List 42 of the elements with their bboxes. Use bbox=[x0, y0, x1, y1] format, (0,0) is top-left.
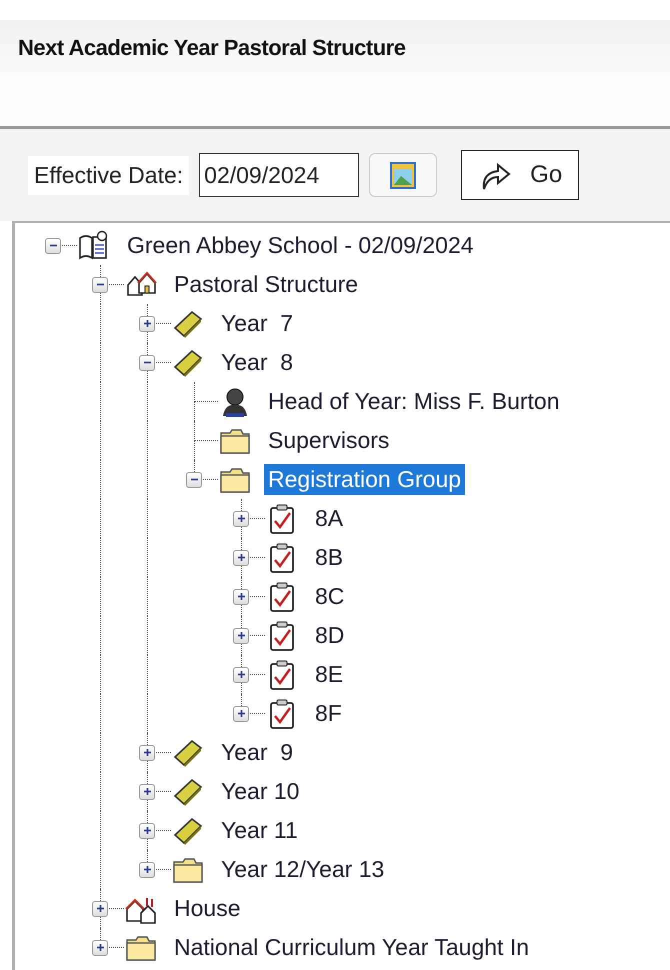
expander-toggle[interactable] bbox=[139, 355, 155, 371]
tree-item[interactable]: 8E bbox=[311, 659, 348, 690]
tree-item[interactable]: 8B bbox=[311, 542, 348, 573]
tree-item[interactable]: House bbox=[170, 893, 244, 924]
date-field[interactable]: 02/09/2024 bbox=[199, 153, 360, 197]
expander-toggle[interactable] bbox=[233, 511, 249, 527]
tree-item[interactable]: 8C bbox=[311, 581, 348, 612]
tree-item[interactable]: Year 9 bbox=[217, 737, 298, 768]
field-label: Effective Date: bbox=[28, 156, 190, 194]
expander-toggle[interactable] bbox=[233, 589, 249, 605]
tree-item[interactable]: 8D bbox=[311, 620, 348, 651]
expander-toggle[interactable] bbox=[139, 745, 155, 761]
expander-toggle[interactable] bbox=[92, 277, 108, 293]
expander-toggle[interactable] bbox=[139, 823, 155, 839]
expander-toggle[interactable] bbox=[92, 940, 108, 956]
expander-toggle[interactable] bbox=[139, 862, 155, 878]
expander-toggle[interactable] bbox=[92, 901, 108, 917]
tree-item[interactable]: Year 7 bbox=[217, 308, 298, 339]
calendar-button[interactable] bbox=[369, 153, 438, 197]
tree-item[interactable]: Green Abbey School - 02/09/2024 bbox=[123, 230, 478, 261]
tree-item[interactable]: Pastoral Structure bbox=[170, 269, 362, 300]
tree-item[interactable]: 8A bbox=[311, 503, 348, 534]
go-button[interactable]: Go bbox=[461, 150, 580, 200]
expander-toggle[interactable] bbox=[45, 238, 61, 254]
tree-item[interactable]: Year 11 bbox=[217, 815, 302, 846]
expander-toggle[interactable] bbox=[139, 316, 155, 332]
tree-item[interactable]: Year 8 bbox=[217, 347, 298, 378]
tree-item[interactable]: Year 10 bbox=[217, 776, 304, 807]
tree-item[interactable]: Registration Group bbox=[264, 464, 466, 495]
expander-toggle[interactable] bbox=[186, 472, 202, 488]
tree-item[interactable]: Head of Year: Miss F. Burton bbox=[264, 386, 564, 417]
tree-item[interactable]: Year 12/Year 13 bbox=[217, 854, 388, 885]
tree-item[interactable]: Supervisors bbox=[264, 425, 394, 456]
expander-toggle[interactable] bbox=[233, 550, 249, 566]
tree-item[interactable]: 8F bbox=[311, 698, 346, 729]
expander-toggle[interactable] bbox=[233, 667, 249, 683]
expander-toggle[interactable] bbox=[139, 784, 155, 800]
calendar-icon bbox=[389, 160, 418, 190]
expander-toggle[interactable] bbox=[233, 628, 249, 644]
tree-item[interactable]: National Curriculum Year Taught In bbox=[170, 932, 534, 963]
expander-toggle[interactable] bbox=[233, 706, 249, 722]
window-title: Next Academic Year Pastoral Structure bbox=[18, 35, 406, 61]
